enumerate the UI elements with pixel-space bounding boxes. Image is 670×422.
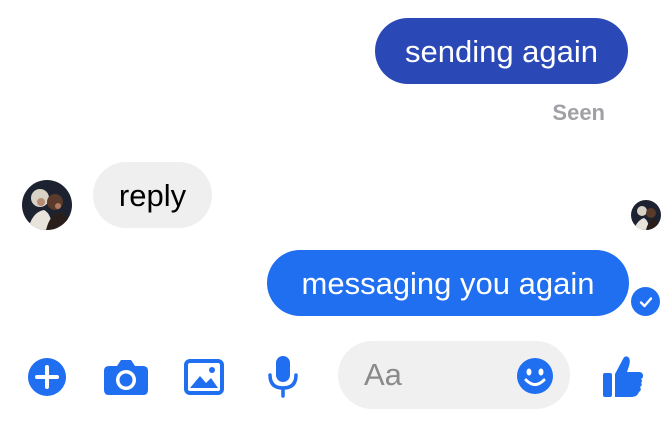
read-receipt-avatar (631, 200, 661, 230)
message-text: messaging you again (301, 265, 595, 301)
microphone-icon[interactable] (267, 355, 299, 399)
plus-circle-icon[interactable] (27, 357, 67, 397)
smiley-icon[interactable] (516, 357, 554, 395)
image-icon[interactable] (183, 358, 225, 396)
outgoing-message-bubble[interactable]: sending again (375, 18, 628, 84)
message-text: reply (118, 177, 187, 213)
outgoing-message-bubble[interactable]: messaging you again (267, 250, 629, 316)
contact-avatar[interactable] (22, 180, 72, 230)
seen-status-label: Seen (552, 100, 605, 125)
message-text: sending again (404, 33, 599, 69)
check-circle-icon (631, 287, 660, 316)
message-input[interactable] (364, 341, 504, 409)
camera-icon[interactable] (103, 358, 149, 396)
thumbs-up-icon[interactable] (602, 354, 644, 398)
message-composer[interactable] (338, 341, 570, 409)
incoming-message-bubble[interactable]: reply (93, 162, 212, 228)
